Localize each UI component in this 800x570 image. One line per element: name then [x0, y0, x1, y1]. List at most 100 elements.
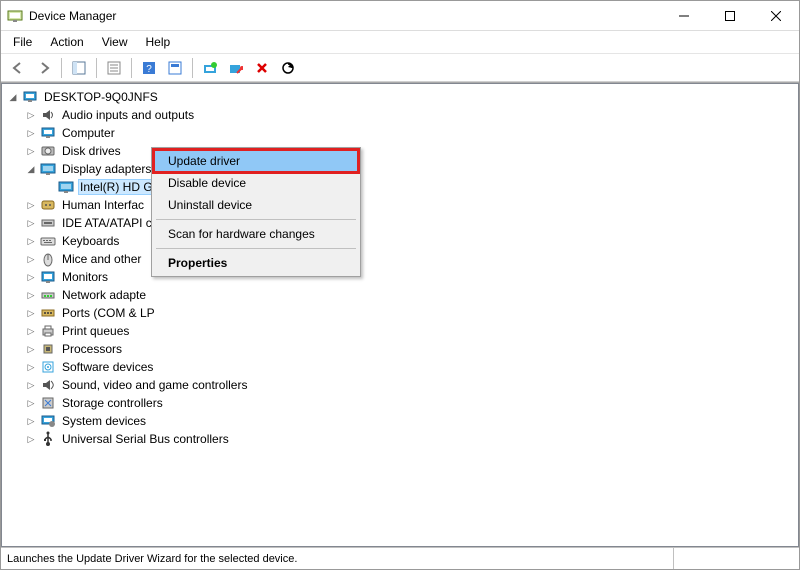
action-button[interactable] — [163, 57, 187, 79]
menu-view[interactable]: View — [94, 33, 136, 51]
system-icon — [40, 413, 56, 429]
tree-expander[interactable]: ▷ — [24, 252, 38, 266]
tree-category[interactable]: ▷ Audio inputs and outputs — [6, 106, 794, 124]
tree-expander[interactable]: ▷ — [24, 414, 38, 428]
sound-icon — [40, 377, 56, 393]
tree-expander[interactable]: ▷ — [24, 306, 38, 320]
tree-category[interactable]: ▷Computer — [6, 124, 794, 142]
update-driver-button[interactable] — [198, 57, 222, 79]
tree-category-label: Monitors — [60, 270, 110, 284]
tree-category[interactable]: ▷ Sound, video and game controllers — [6, 376, 794, 394]
window-title: Device Manager — [29, 9, 661, 23]
window-controls — [661, 1, 799, 31]
network-icon — [40, 287, 56, 303]
menu-action[interactable]: Action — [42, 33, 91, 51]
tree-category[interactable]: ▷IDE ATA/ATAPI c — [6, 214, 794, 232]
toolbar-separator — [61, 58, 62, 78]
app-icon — [7, 8, 23, 24]
tree-category-label: Universal Serial Bus controllers — [60, 432, 231, 446]
tree-device[interactable]: Intel(R) HD G — [6, 178, 794, 196]
tree-category[interactable]: ▷ Software devices — [6, 358, 794, 376]
tree-expander[interactable]: ▷ — [24, 126, 38, 140]
ctx-update-driver[interactable]: Update driver — [154, 150, 358, 172]
tree-category[interactable]: ▷Disk drives — [6, 142, 794, 160]
ctx-uninstall-device[interactable]: Uninstall device — [154, 194, 358, 216]
tree-expander[interactable]: ▷ — [24, 360, 38, 374]
minimize-button[interactable] — [661, 1, 707, 31]
computer-icon — [40, 125, 56, 141]
tree-expander[interactable]: ▷ — [24, 342, 38, 356]
toolbar: ? — [1, 54, 799, 82]
tree-expander[interactable]: ▷ — [24, 144, 38, 158]
status-text: Launches the Update Driver Wizard for th… — [7, 553, 297, 565]
tree-expander[interactable]: ▷ — [24, 324, 38, 338]
tree-category[interactable]: ▷ Monitors — [6, 268, 794, 286]
tree-category[interactable]: ▷System devices — [6, 412, 794, 430]
audio-icon — [40, 107, 56, 123]
tree-category[interactable]: ▷Human Interfac — [6, 196, 794, 214]
tree-expander[interactable]: ▷ — [24, 432, 38, 446]
tree-root-label: DESKTOP-9Q0JNFS — [42, 90, 160, 104]
tree-expander[interactable]: ▷ — [24, 198, 38, 212]
tree-category-label: Mice and other — [60, 252, 143, 266]
device-tree[interactable]: ◢ DESKTOP-9Q0JNFS ▷ Audio inputs and output… — [1, 83, 799, 547]
disable-device-button[interactable] — [224, 57, 248, 79]
scan-hardware-button[interactable] — [276, 57, 300, 79]
tree-expander[interactable]: ▷ — [24, 378, 38, 392]
tree-expander[interactable]: ▷ — [24, 288, 38, 302]
tree-expander[interactable]: ▷ — [24, 216, 38, 230]
tree-category[interactable]: ▷ Print queues — [6, 322, 794, 340]
tree-category[interactable]: ▷ Processors — [6, 340, 794, 358]
ctx-disable-device[interactable]: Disable device — [154, 172, 358, 194]
tree-category[interactable]: ▷ Mice and other — [6, 250, 794, 268]
ctx-label: Uninstall device — [168, 198, 252, 212]
tree-category[interactable]: ▷ Network adapte — [6, 286, 794, 304]
content-area: ◢ DESKTOP-9Q0JNFS ▷ Audio inputs and output… — [1, 82, 799, 547]
context-menu: Update driver Disable device Uninstall d… — [151, 147, 361, 277]
menu-help[interactable]: Help — [138, 33, 179, 51]
toolbar-separator — [96, 58, 97, 78]
display-icon — [40, 161, 56, 177]
storage-icon — [40, 395, 56, 411]
tree-category[interactable]: ▷Storage controllers — [6, 394, 794, 412]
hid-icon — [40, 197, 56, 213]
printer-icon — [40, 323, 56, 339]
tree-device-label: Intel(R) HD G — [78, 179, 155, 195]
tree-expander[interactable]: ▷ — [24, 396, 38, 410]
tree-root[interactable]: ◢ DESKTOP-9Q0JNFS — [6, 88, 794, 106]
close-button[interactable] — [753, 1, 799, 31]
menubar: File Action View Help — [1, 31, 799, 54]
tree-expander[interactable]: ◢ — [24, 162, 38, 176]
ide-icon — [40, 215, 56, 231]
tree-category-label: Network adapte — [60, 288, 148, 302]
tree-category-label: Software devices — [60, 360, 155, 374]
ctx-properties[interactable]: Properties — [154, 252, 358, 274]
titlebar: Device Manager — [1, 1, 799, 31]
ctx-scan-hardware[interactable]: Scan for hardware changes — [154, 223, 358, 245]
tree-category-label: Print queues — [60, 324, 131, 338]
back-button[interactable] — [6, 57, 30, 79]
tree-expander-empty — [42, 180, 56, 194]
tree-category[interactable]: ◢Display adapters — [6, 160, 794, 178]
forward-button[interactable] — [32, 57, 56, 79]
tree-category-label: Processors — [60, 342, 124, 356]
tree-category-label: Audio inputs and outputs — [60, 108, 196, 122]
tree-expander[interactable]: ▷ — [24, 108, 38, 122]
maximize-button[interactable] — [707, 1, 753, 31]
uninstall-device-button[interactable] — [250, 57, 274, 79]
show-hide-tree-button[interactable] — [67, 57, 91, 79]
tree-category[interactable]: ▷Keyboards — [6, 232, 794, 250]
software-icon — [40, 359, 56, 375]
help-button[interactable]: ? — [137, 57, 161, 79]
menu-file[interactable]: File — [5, 33, 40, 51]
tree-category[interactable]: ▷ Universal Serial Bus controllers — [6, 430, 794, 448]
cpu-icon — [40, 341, 56, 357]
statusbar-segment — [673, 548, 793, 569]
tree-expander[interactable]: ▷ — [24, 234, 38, 248]
tree-category[interactable]: ▷ Ports (COM & LP — [6, 304, 794, 322]
properties-button[interactable] — [102, 57, 126, 79]
tree-category-label: Ports (COM & LP — [60, 306, 157, 320]
tree-expander[interactable]: ▷ — [24, 270, 38, 284]
tree-category-label: Sound, video and game controllers — [60, 378, 249, 392]
tree-expander[interactable]: ◢ — [6, 90, 20, 104]
